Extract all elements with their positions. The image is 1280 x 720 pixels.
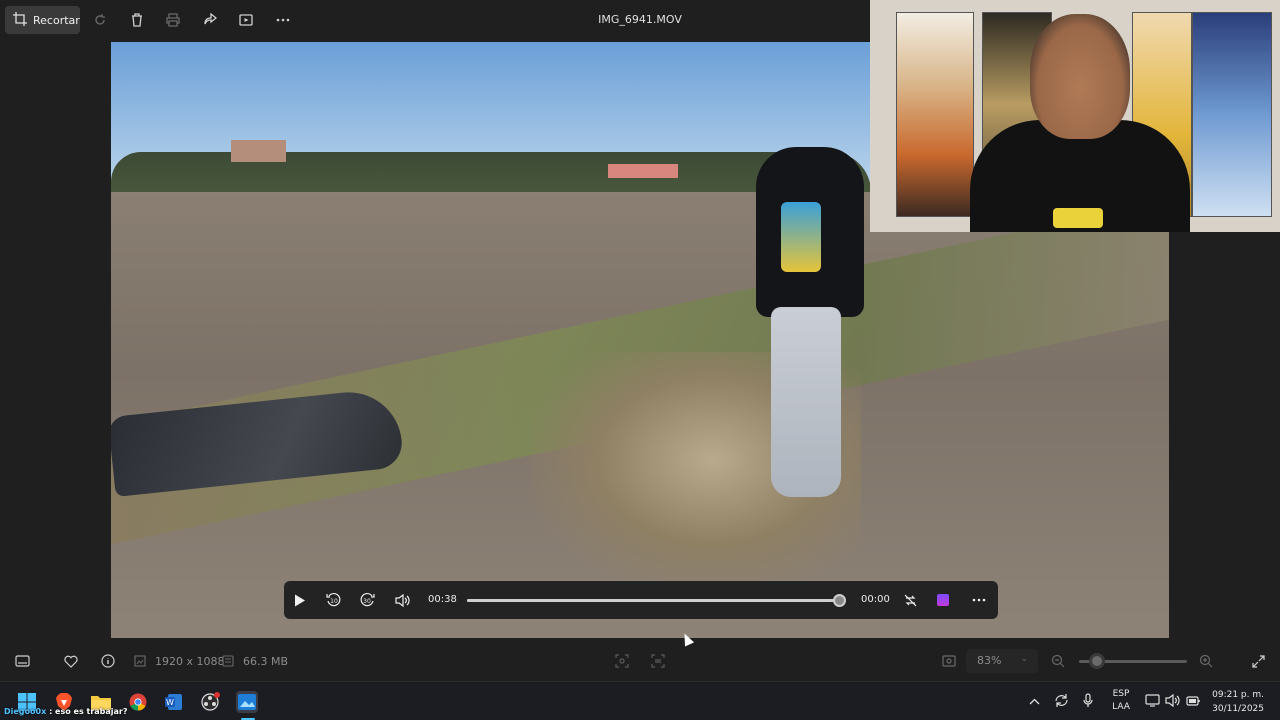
rotate-icon[interactable] — [91, 11, 109, 29]
chat-message: : eso es trabajar? — [49, 707, 128, 716]
chevron-down-icon: ⌄ — [1020, 654, 1028, 664]
clock-time: 09:21 p. m. — [1212, 690, 1264, 700]
crop-icon — [13, 11, 27, 29]
system-clock[interactable]: 09:21 p. m. 30/11/2025 — [1208, 688, 1264, 716]
info-icon[interactable] — [99, 652, 117, 670]
more-icon[interactable] — [970, 591, 988, 609]
svg-text:W: W — [166, 698, 174, 707]
video-person-print — [781, 202, 821, 272]
chevron-up-icon[interactable] — [1029, 694, 1040, 708]
slideshow-icon[interactable] — [237, 11, 255, 29]
share-icon[interactable] — [201, 11, 219, 29]
poster — [896, 12, 974, 217]
delete-icon[interactable] — [128, 11, 146, 29]
chat-username: Diegoo0x — [4, 707, 47, 716]
play-icon[interactable] — [291, 591, 309, 609]
skip-back-10-icon[interactable]: 10 — [325, 591, 343, 609]
screenshot-frame-icon[interactable] — [940, 652, 958, 670]
volume-icon[interactable] — [1165, 693, 1180, 710]
video-house — [231, 140, 286, 162]
skip-forward-label: 30 — [363, 598, 371, 605]
favorite-heart-icon[interactable] — [62, 652, 80, 670]
file-size-icon — [219, 652, 237, 670]
skip-back-label: 10 — [330, 598, 338, 605]
more-icon[interactable] — [274, 11, 292, 29]
filmstrip-icon[interactable] — [13, 652, 31, 670]
language-code: ESP — [1112, 689, 1130, 699]
seek-thumb[interactable] — [833, 594, 846, 607]
image-dimensions: 1920 x 1088 — [155, 655, 225, 668]
file-size: 66.3 MB — [243, 655, 289, 668]
volume-icon[interactable] — [393, 591, 411, 609]
skip-forward-30-icon[interactable]: 30 — [358, 591, 376, 609]
seek-fill — [467, 599, 832, 602]
zoom-slider-thumb[interactable] — [1089, 653, 1105, 669]
file-title: IMG_6941.MOV — [598, 13, 682, 26]
zoom-out-icon[interactable] — [1049, 652, 1067, 670]
photos-app-window: Recortar IMG_6941.MOV 10 30 00:38 00:00 … — [0, 0, 1280, 720]
fullscreen-icon[interactable] — [1249, 652, 1267, 670]
remaining-time: 00:00 — [861, 594, 890, 605]
dimensions-icon — [131, 652, 149, 670]
streamer-head — [1030, 14, 1130, 139]
loop-off-icon[interactable] — [901, 591, 919, 609]
seek-bar[interactable] — [467, 599, 839, 602]
visual-search-icon[interactable] — [613, 652, 631, 670]
poster — [1192, 12, 1272, 217]
shirt-logo — [1053, 208, 1103, 228]
crop-button[interactable]: Recortar — [5, 6, 80, 34]
clipchamp-icon[interactable] — [934, 591, 952, 609]
network-icon[interactable] — [1145, 694, 1160, 710]
battery-icon[interactable] — [1186, 695, 1201, 709]
stream-chat-subtitle: Diegoo0x : eso es trabajar? — [4, 707, 128, 716]
video-house — [608, 164, 678, 178]
zoom-in-icon[interactable] — [1197, 652, 1215, 670]
print-icon[interactable] — [164, 11, 182, 29]
chrome-icon[interactable] — [127, 691, 149, 713]
current-time: 00:38 — [428, 594, 457, 605]
windows-taskbar: W Diegoo0x : eso es trabajar? ESP LAA 09… — [0, 681, 1280, 720]
word-icon[interactable]: W — [163, 691, 185, 713]
input-language[interactable]: ESP LAA — [1110, 688, 1132, 714]
clock-date: 30/11/2025 — [1212, 704, 1264, 714]
language-variant: LAA — [1112, 702, 1130, 712]
microphone-icon[interactable] — [1083, 693, 1093, 711]
video-person-legs — [771, 307, 841, 497]
webcam-overlay — [870, 0, 1280, 232]
photos-app-icon[interactable] — [236, 691, 258, 720]
zoom-value: 83% — [977, 654, 1002, 667]
obs-studio-icon[interactable] — [199, 691, 221, 713]
video-player-controls: 10 30 00:38 00:00 — [284, 581, 998, 619]
sync-icon[interactable] — [1054, 693, 1069, 711]
info-bar: 1920 x 1088 66.3 MB 83% ⌄ — [0, 641, 1280, 681]
zoom-dropdown[interactable]: 83% ⌄ — [966, 649, 1038, 673]
text-scan-icon[interactable] — [649, 652, 667, 670]
crop-label: Recortar — [33, 13, 80, 27]
